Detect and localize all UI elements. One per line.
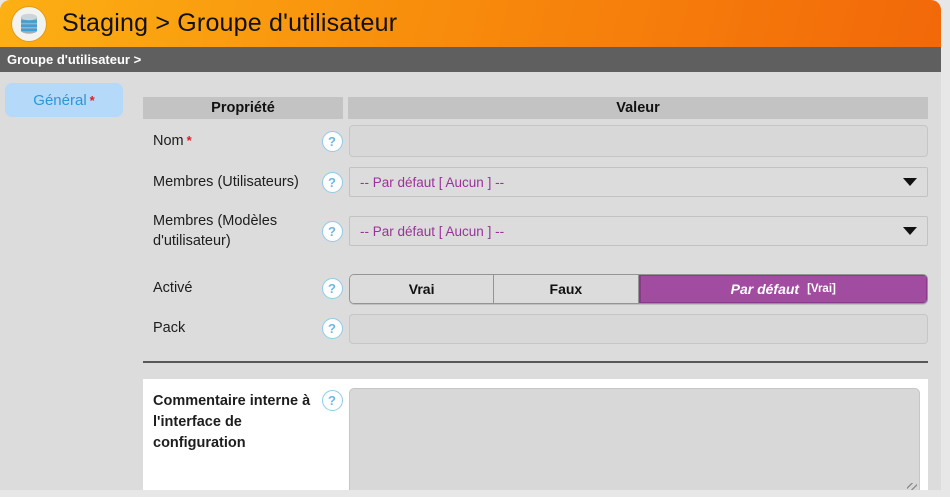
form-panel: Propriété Valeur Nom* ? Membres (Utilisa…: [143, 72, 941, 490]
form-row-membres-modeles: Membres (Modèles d'utilisateur) ? -- Par…: [143, 211, 928, 252]
table-header: Propriété Valeur: [143, 97, 928, 119]
app-window: Staging > Groupe d'utilisateur Groupe d'…: [0, 0, 941, 490]
comment-textarea[interactable]: [349, 388, 920, 490]
form-row-pack: Pack ?: [143, 314, 928, 344]
help-icon[interactable]: ?: [322, 278, 343, 299]
help-icon[interactable]: ?: [322, 390, 343, 411]
membres-modeles-select[interactable]: -- Par défaut [ Aucun ] --: [349, 216, 928, 246]
help-icon[interactable]: ?: [322, 131, 343, 152]
pack-input[interactable]: [349, 314, 928, 344]
nom-input[interactable]: [349, 125, 928, 157]
membres-utilisateurs-label: Membres (Utilisateurs): [143, 172, 317, 192]
help-icon[interactable]: ?: [322, 172, 343, 193]
section-divider: [143, 361, 928, 363]
help-icon[interactable]: ?: [322, 318, 343, 339]
tab-general[interactable]: Général *: [5, 83, 123, 117]
membres-modeles-label: Membres (Modèles d'utilisateur): [143, 211, 317, 252]
nom-label: Nom*: [143, 131, 317, 151]
column-header-property: Propriété: [143, 97, 343, 119]
form-row-nom: Nom* ?: [143, 125, 928, 157]
chevron-down-icon: [903, 178, 917, 186]
selected-value: -- Par défaut [ Aucun ] --: [360, 224, 903, 239]
default-value-hint: [Vrai]: [807, 283, 836, 295]
breadcrumb-text: Groupe d'utilisateur >: [7, 52, 141, 67]
content-area: Général * Propriété Valeur Nom* ?: [0, 72, 941, 490]
tab-general-label: Général: [33, 92, 86, 109]
page-title: Staging > Groupe d'utilisateur: [62, 9, 397, 38]
form-row-membres-utilisateurs: Membres (Utilisateurs) ? -- Par défaut […: [143, 167, 928, 197]
breadcrumb[interactable]: Groupe d'utilisateur >: [0, 47, 941, 72]
pack-label: Pack: [143, 318, 317, 338]
column-header-value: Valeur: [348, 97, 928, 119]
active-option-vrai[interactable]: Vrai: [350, 275, 494, 303]
chevron-down-icon: [903, 227, 917, 235]
active-option-default[interactable]: Par défaut [Vrai]: [639, 275, 928, 303]
comment-label: Commentaire interne à l'interface de con…: [143, 388, 317, 490]
selected-value: -- Par défaut [ Aucun ] --: [360, 175, 903, 190]
database-icon: [12, 7, 46, 41]
form-row-active: Activé ? Vrai Faux Par défaut [: [143, 274, 928, 304]
active-option-faux[interactable]: Faux: [494, 275, 638, 303]
sidebar: Général *: [0, 72, 143, 490]
required-mark: *: [187, 133, 192, 148]
app-header: Staging > Groupe d'utilisateur: [0, 0, 941, 47]
comment-section: Commentaire interne à l'interface de con…: [143, 379, 928, 490]
resize-handle[interactable]: [907, 483, 917, 490]
membres-utilisateurs-select[interactable]: -- Par défaut [ Aucun ] --: [349, 167, 928, 197]
required-mark: *: [90, 93, 95, 108]
help-icon[interactable]: ?: [322, 221, 343, 242]
active-label: Activé: [143, 278, 317, 298]
active-segmented-control: Vrai Faux Par défaut [Vrai]: [349, 274, 928, 304]
